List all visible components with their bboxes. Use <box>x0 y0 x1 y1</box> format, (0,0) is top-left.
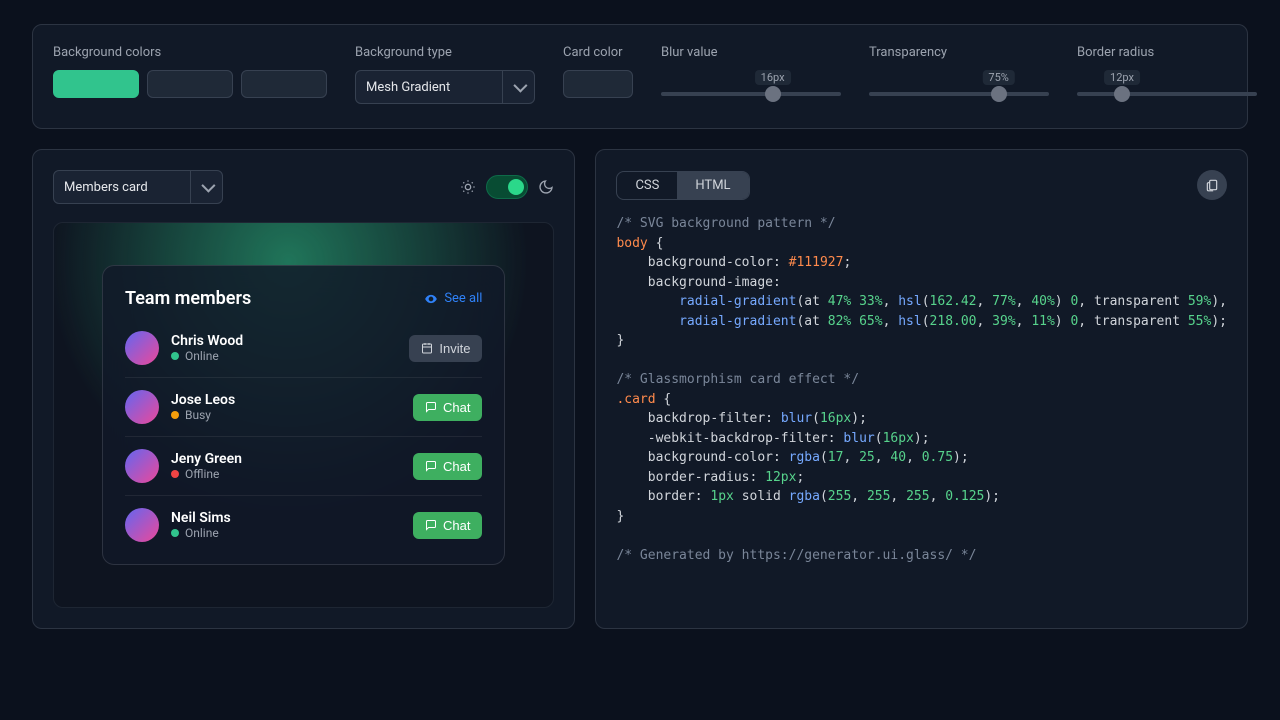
avatar <box>125 390 159 424</box>
calendar-icon <box>421 342 433 354</box>
theme-toggle-group <box>460 175 554 199</box>
members-list: Chris WoodOnlineInviteJose LeosBusyChatJ… <box>125 319 482 554</box>
status-dot <box>171 411 179 419</box>
chat-icon <box>425 519 437 531</box>
member-status: Online <box>171 349 243 363</box>
preview-surface: Team members See all Chris WoodOnlineInv… <box>53 222 554 608</box>
bg-colors-group: Background colors <box>53 45 327 98</box>
transparency-slider[interactable]: 75% <box>869 74 1049 96</box>
status-label: Offline <box>185 467 219 481</box>
blur-slider[interactable]: 16px <box>661 74 841 96</box>
chat-button[interactable]: Chat <box>413 512 482 539</box>
avatar <box>125 331 159 365</box>
copy-button[interactable] <box>1197 170 1227 200</box>
member-status: Busy <box>171 408 235 422</box>
transparency-slider-thumb[interactable] <box>991 86 1007 102</box>
chat-button[interactable]: Chat <box>413 453 482 480</box>
member-name: Chris Wood <box>171 333 243 349</box>
member-status: Online <box>171 526 231 540</box>
bg-type-dropdown[interactable]: Mesh Gradient <box>355 70 535 104</box>
controls-bar: Background colors Background type Mesh G… <box>32 24 1248 129</box>
bg-type-value: Mesh Gradient <box>356 71 502 103</box>
code-block[interactable]: /* SVG background pattern */ body { back… <box>616 214 1227 565</box>
preview-preset-chevron[interactable] <box>190 171 222 203</box>
card-color-swatch[interactable] <box>563 70 633 98</box>
clipboard-icon <box>1205 178 1219 192</box>
member-status: Offline <box>171 467 242 481</box>
see-all-link[interactable]: See all <box>424 291 482 306</box>
bg-type-chevron[interactable] <box>502 71 534 103</box>
bg-color-swatches <box>53 70 327 98</box>
button-label: Chat <box>443 459 470 474</box>
status-label: Busy <box>185 408 211 422</box>
member-name: Neil Sims <box>171 510 231 526</box>
transparency-group: Transparency 75% <box>869 45 1049 96</box>
status-label: Online <box>185 349 219 363</box>
bg-color-swatch-1[interactable] <box>53 70 139 98</box>
member-row: Chris WoodOnline Invite <box>125 319 482 377</box>
avatar <box>125 508 159 542</box>
member-row: Jose LeosBusy Chat <box>125 377 482 436</box>
button-label: Chat <box>443 518 470 533</box>
code-tab-segmented: CSS HTML <box>616 171 749 200</box>
status-dot <box>171 529 179 537</box>
invite-button[interactable]: Invite <box>409 335 482 362</box>
status-dot <box>171 352 179 360</box>
preview-panel: Members card Team members See <box>32 149 575 629</box>
radius-group: Border radius 12px <box>1077 45 1257 96</box>
member-row: Neil SimsOnline Chat <box>125 495 482 554</box>
bg-color-swatch-2[interactable] <box>147 70 233 98</box>
radius-label: Border radius <box>1077 45 1257 60</box>
dark-mode-toggle[interactable] <box>486 175 528 199</box>
radius-slider[interactable]: 12px <box>1077 74 1257 96</box>
chevron-down-icon <box>201 179 215 193</box>
preview-preset-dropdown[interactable]: Members card <box>53 170 223 204</box>
blur-value-badge: 16px <box>755 70 791 85</box>
blur-group: Blur value 16px <box>661 45 841 96</box>
card-title: Team members <box>125 288 251 309</box>
radius-value-badge: 12px <box>1104 70 1140 85</box>
bg-type-group: Background type Mesh Gradient <box>355 45 535 104</box>
card-color-group: Card color <box>563 45 633 98</box>
member-name: Jeny Green <box>171 451 242 467</box>
avatar <box>125 449 159 483</box>
see-all-label: See all <box>444 291 482 306</box>
transparency-value-badge: 75% <box>982 70 1014 85</box>
glass-card: Team members See all Chris WoodOnlineInv… <box>102 265 505 565</box>
tab-css[interactable]: CSS <box>617 172 677 199</box>
sun-icon <box>460 179 476 195</box>
button-label: Invite <box>439 341 470 356</box>
member-name: Jose Leos <box>171 392 235 408</box>
bg-colors-label: Background colors <box>53 45 327 60</box>
member-row: Jeny GreenOffline Chat <box>125 436 482 495</box>
preview-preset-value: Members card <box>54 171 190 203</box>
bg-type-label: Background type <box>355 45 535 60</box>
chevron-down-icon <box>513 79 527 93</box>
tab-html[interactable]: HTML <box>677 172 748 199</box>
radius-slider-thumb[interactable] <box>1114 86 1130 102</box>
blur-slider-thumb[interactable] <box>765 86 781 102</box>
eye-icon <box>424 292 438 306</box>
moon-icon <box>538 179 554 195</box>
status-label: Online <box>185 526 219 540</box>
bg-color-swatch-3[interactable] <box>241 70 327 98</box>
button-label: Chat <box>443 400 470 415</box>
blur-label: Blur value <box>661 45 841 60</box>
transparency-label: Transparency <box>869 45 1049 60</box>
status-dot <box>171 470 179 478</box>
chat-icon <box>425 401 437 413</box>
code-panel: CSS HTML /* SVG background pattern */ bo… <box>595 149 1248 629</box>
card-color-label: Card color <box>563 45 633 60</box>
chat-button[interactable]: Chat <box>413 394 482 421</box>
chat-icon <box>425 460 437 472</box>
